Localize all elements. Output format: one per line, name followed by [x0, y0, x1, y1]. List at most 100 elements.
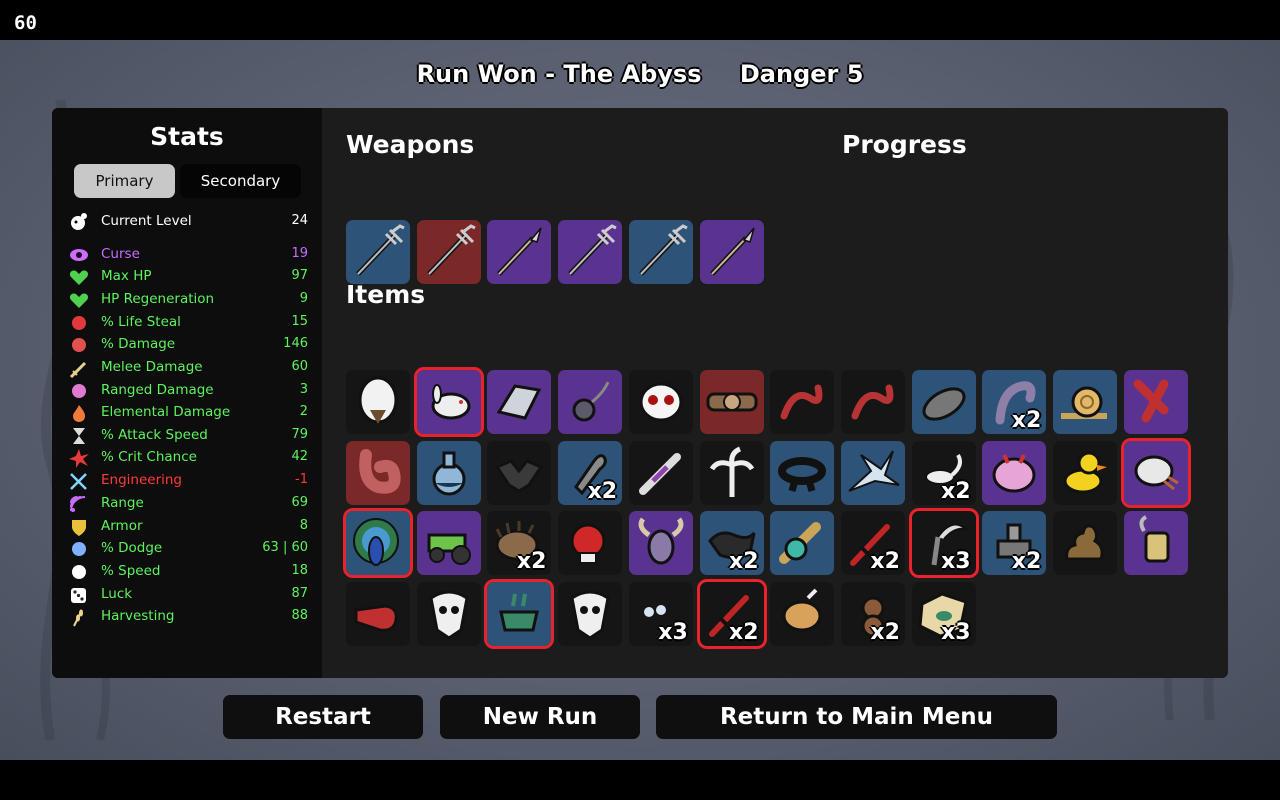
item-slot[interactable]: x2 — [840, 511, 905, 575]
item-slot[interactable] — [346, 581, 410, 646]
item-slot[interactable] — [416, 511, 481, 575]
stat-label: Luck — [101, 586, 133, 602]
stat-row[interactable]: Current Level 24 — [68, 211, 308, 233]
restart-button[interactable]: Restart — [223, 695, 423, 739]
item-slot[interactable] — [558, 581, 623, 646]
stat-row[interactable]: Harvesting 88 — [68, 606, 308, 628]
curse-eye-icon — [68, 245, 90, 265]
stat-row[interactable]: Max HP 97 — [68, 266, 308, 288]
item-slot[interactable]: x2 — [699, 511, 764, 575]
item-slot[interactable] — [770, 370, 835, 434]
stat-value: 63 | 60 — [262, 540, 308, 555]
item-slot[interactable] — [416, 581, 481, 646]
item-slot[interactable] — [628, 440, 693, 505]
item-slot[interactable] — [628, 511, 693, 575]
dice-icon — [68, 585, 90, 605]
item-slot[interactable] — [770, 511, 835, 575]
item-slot[interactable] — [840, 370, 905, 434]
wheat-icon — [68, 607, 90, 627]
tab-primary[interactable]: Primary — [74, 164, 175, 198]
stats-panel: Stats Primary Secondary Current Level 24 C… — [52, 108, 322, 678]
item-slot[interactable]: x2 — [982, 370, 1047, 434]
item-slot[interactable] — [487, 440, 552, 505]
item-slot[interactable]: x2 — [982, 511, 1047, 575]
stat-row[interactable]: Melee Damage 60 — [68, 357, 308, 379]
weapons-title: Weapons — [346, 130, 475, 159]
item-slot[interactable]: x2 — [840, 581, 905, 646]
stat-label: % Attack Speed — [101, 427, 208, 443]
stat-label: Harvesting — [101, 608, 175, 624]
item-slot[interactable] — [346, 370, 410, 434]
weapon-slot[interactable] — [699, 220, 764, 284]
stat-value: 8 — [299, 518, 308, 533]
item-count: x2 — [1011, 549, 1042, 574]
item-slot[interactable] — [699, 370, 764, 434]
item-slot[interactable] — [484, 578, 555, 649]
new-run-button[interactable]: New Run — [440, 695, 640, 739]
item-slot[interactable] — [1123, 370, 1188, 434]
stat-label: Elemental Damage — [101, 404, 231, 420]
item-count: x2 — [870, 549, 900, 574]
stat-row[interactable]: % Crit Chance 42 — [68, 447, 308, 469]
stat-label: Melee Damage — [101, 359, 203, 375]
item-slot[interactable] — [1053, 440, 1117, 505]
stat-value: 19 — [291, 246, 308, 261]
item-slot[interactable] — [770, 440, 835, 505]
item-slot[interactable] — [770, 581, 835, 646]
stat-value: 97 — [291, 268, 308, 283]
item-slot[interactable]: x3 — [911, 581, 976, 646]
stat-value: 3 — [299, 382, 308, 397]
item-count: x2 — [516, 549, 547, 574]
stat-row[interactable]: % Life Steal 15 — [68, 312, 308, 334]
item-slot[interactable] — [558, 370, 623, 434]
item-slot[interactable] — [911, 370, 976, 434]
stat-row[interactable]: Curse 19 — [68, 244, 308, 266]
stat-label: HP Regeneration — [101, 291, 215, 307]
heart-icon — [68, 267, 90, 287]
item-slot[interactable] — [413, 367, 484, 437]
item-slot[interactable] — [628, 370, 693, 434]
item-slot[interactable] — [416, 440, 481, 505]
item-slot[interactable] — [1053, 370, 1117, 434]
item-slot[interactable]: x2 — [696, 578, 767, 649]
weapon-slot[interactable] — [416, 220, 481, 284]
stat-value: 146 — [283, 336, 308, 351]
stat-row[interactable]: Range 69 — [68, 493, 308, 515]
stat-row[interactable]: % Attack Speed 79 — [68, 425, 308, 447]
stat-label: Curse — [101, 246, 140, 262]
item-slot[interactable] — [343, 508, 413, 578]
item-slot[interactable]: x3 — [908, 508, 979, 578]
item-slot[interactable]: x3 — [628, 581, 693, 646]
stat-row[interactable]: Luck 87 — [68, 584, 308, 606]
stat-value: 2 — [299, 404, 308, 419]
item-slot[interactable] — [1120, 437, 1191, 508]
item-slot[interactable] — [346, 440, 410, 505]
tab-secondary[interactable]: Secondary — [180, 164, 301, 198]
dodge-icon — [68, 539, 90, 559]
item-slot[interactable] — [487, 370, 552, 434]
stat-row[interactable]: Elemental Damage 2 — [68, 402, 308, 424]
weapon-slot[interactable] — [628, 220, 693, 284]
item-slot[interactable] — [840, 440, 905, 505]
top-bar: 60 — [0, 0, 1280, 40]
weapon-slot[interactable] — [346, 220, 410, 284]
weapon-slot[interactable] — [487, 220, 552, 284]
item-slot[interactable] — [1123, 511, 1188, 575]
stat-row[interactable]: Armor 8 — [68, 516, 308, 538]
stats-title: Stats — [150, 122, 224, 151]
stat-row[interactable]: Engineering -1 — [68, 470, 308, 492]
stat-row[interactable]: % Dodge 63 | 60 — [68, 538, 308, 560]
item-slot[interactable] — [558, 511, 623, 575]
item-slot[interactable] — [1053, 511, 1117, 575]
stat-row[interactable]: Ranged Damage 3 — [68, 380, 308, 402]
weapon-slot[interactable] — [558, 220, 623, 284]
stat-row[interactable]: % Damage 146 — [68, 334, 308, 356]
item-slot[interactable] — [982, 440, 1047, 505]
item-slot[interactable]: x2 — [558, 440, 623, 505]
stat-row[interactable]: HP Regeneration 9 — [68, 289, 308, 311]
item-slot[interactable]: x2 — [487, 511, 552, 575]
item-slot[interactable] — [699, 440, 764, 505]
item-slot[interactable]: x2 — [911, 440, 976, 505]
main-menu-button[interactable]: Return to Main Menu — [656, 695, 1057, 739]
stat-row[interactable]: % Speed 18 — [68, 561, 308, 583]
